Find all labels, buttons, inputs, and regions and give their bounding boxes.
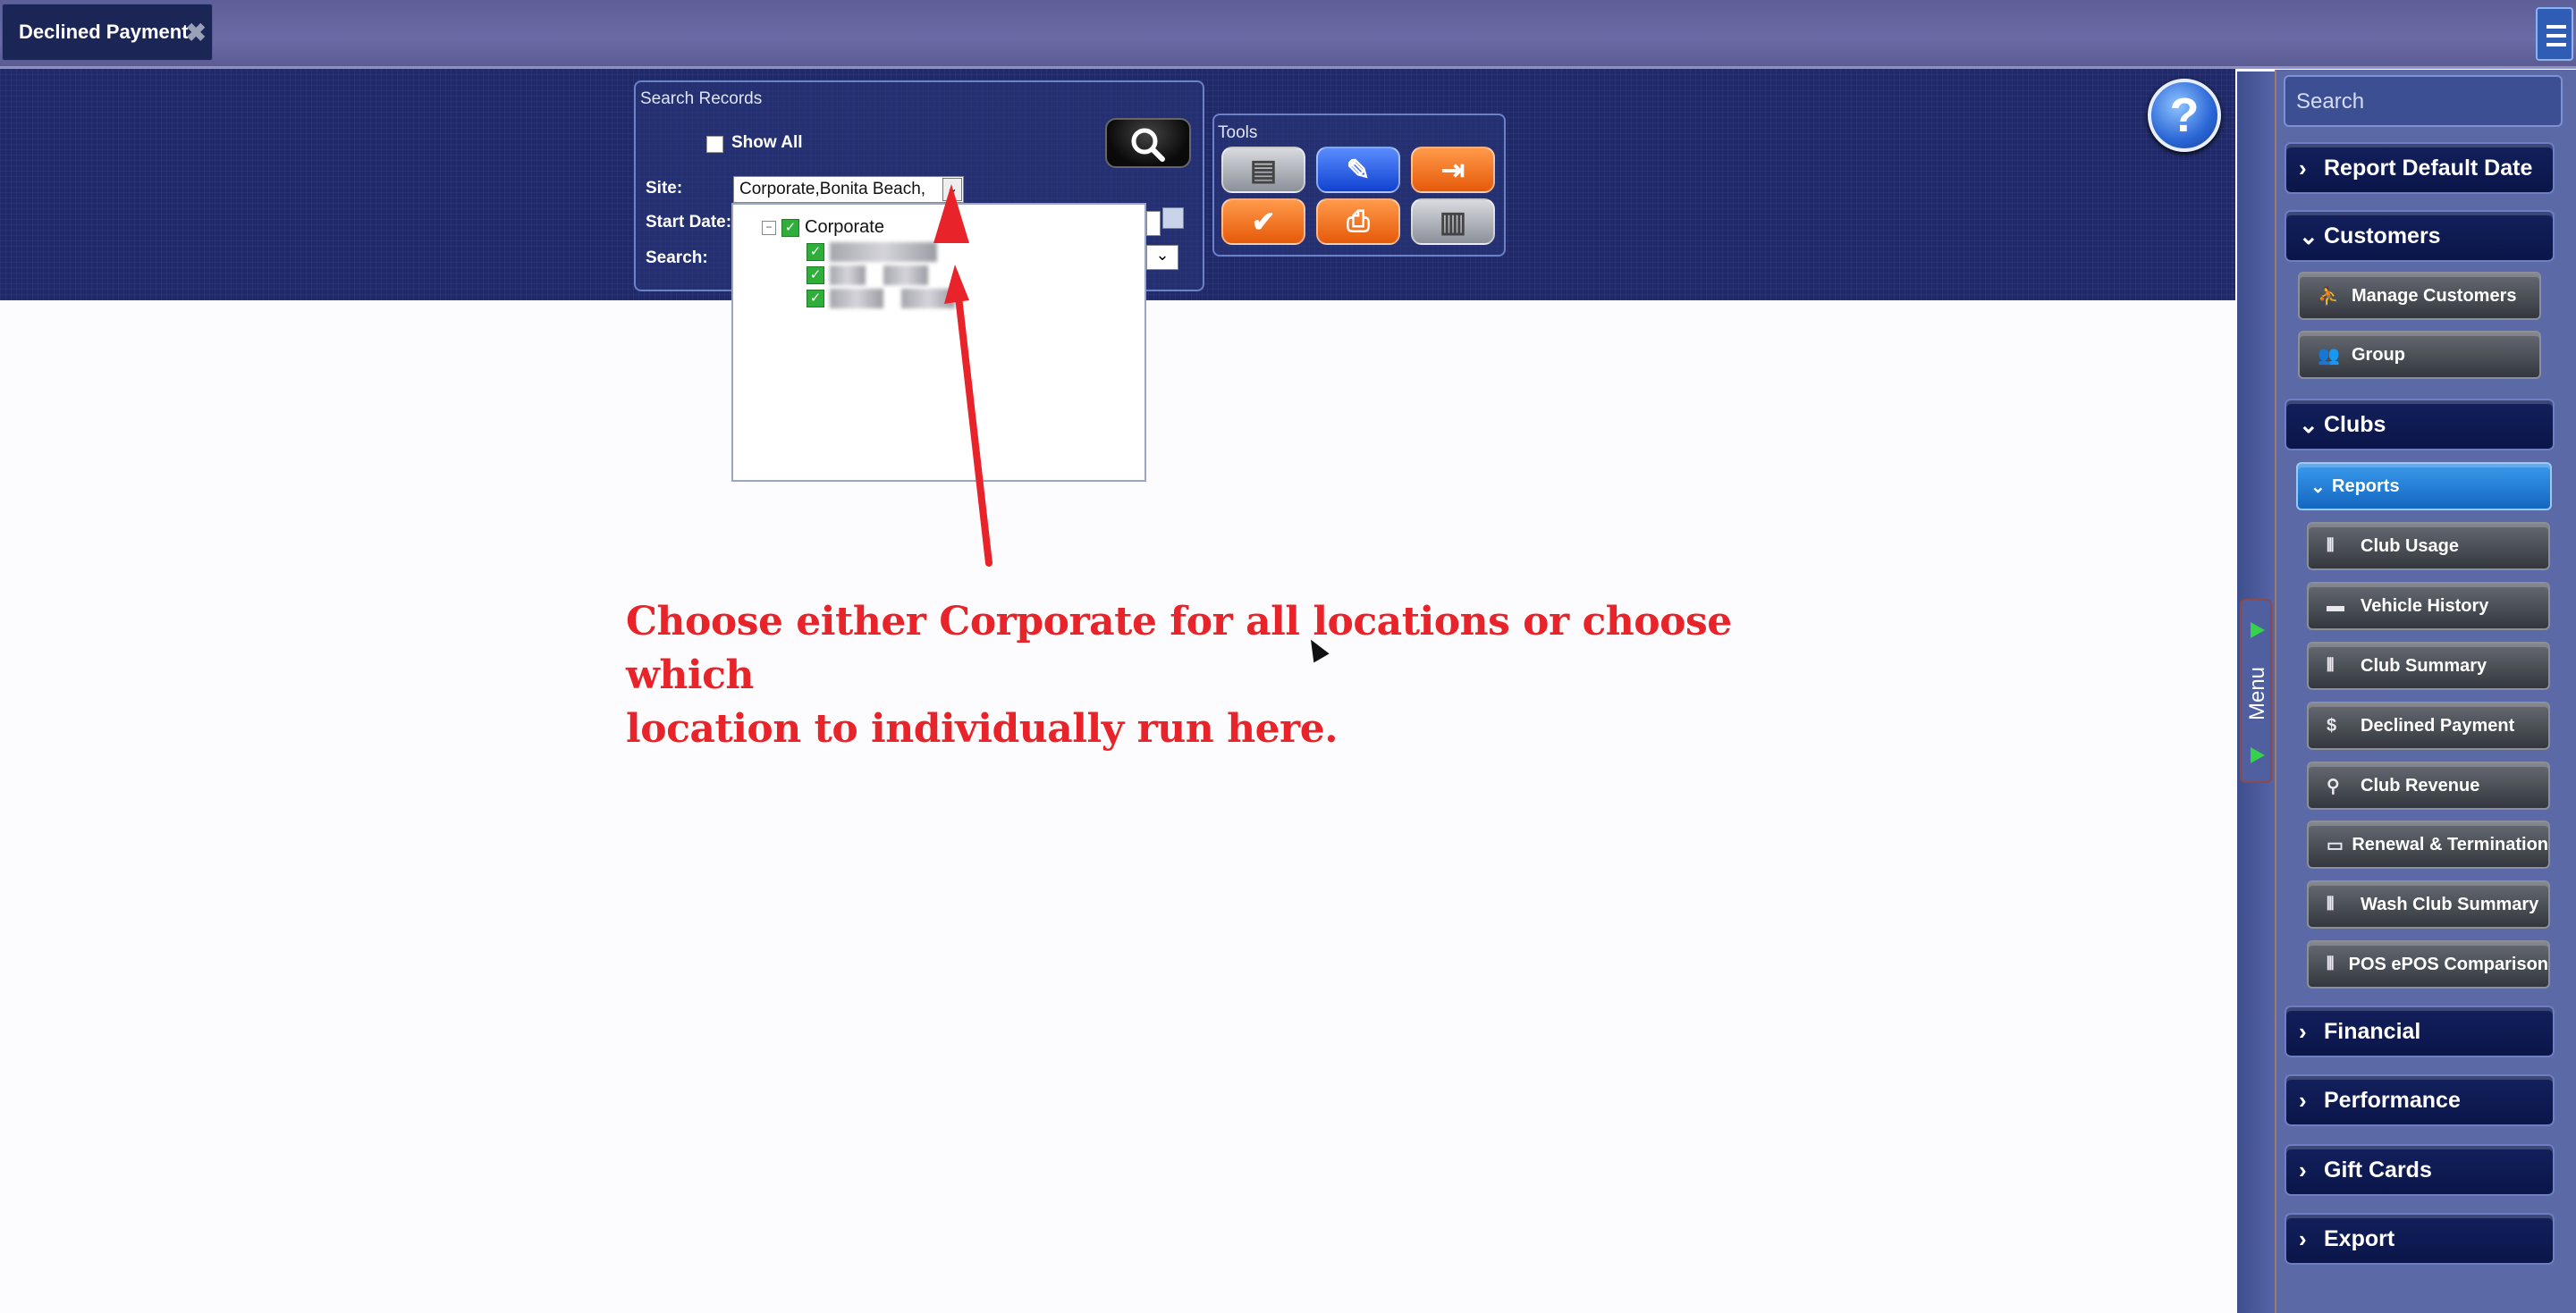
sidebar-item-club-revenue[interactable]: ⚲ Club Revenue bbox=[2307, 762, 2550, 810]
section-label: Performance bbox=[2324, 1087, 2461, 1113]
group-icon: 👥 bbox=[2318, 345, 2340, 366]
chevron-right-icon: › bbox=[2299, 1225, 2307, 1252]
checkbox-checked-icon[interactable]: ✓ bbox=[807, 243, 824, 261]
sidebar-item-club-summary[interactable]: ⫴ Club Summary bbox=[2307, 642, 2550, 690]
section-label: Export bbox=[2324, 1225, 2395, 1251]
sidebar-item-renewal-termination[interactable]: ▭ Renewal & Termination bbox=[2307, 821, 2550, 869]
dollar-icon: $ bbox=[2327, 715, 2337, 736]
section-label: Gift Cards bbox=[2324, 1157, 2432, 1183]
sidebar-customers[interactable]: ⌄ Customers bbox=[2285, 210, 2555, 262]
tree-node-corporate[interactable]: − ✓ Corporate bbox=[762, 217, 884, 238]
redacted-location bbox=[830, 289, 883, 308]
menu-label: Menu bbox=[2245, 666, 2270, 721]
sidebar-financial[interactable]: › Financial bbox=[2285, 1006, 2555, 1057]
chevron-down-icon[interactable]: ⌄ bbox=[942, 178, 962, 201]
sidebar-item-pos-epos-comparison[interactable]: ⫴ POS ePOS Comparison bbox=[2307, 940, 2550, 989]
print-button[interactable]: ⎙ bbox=[1316, 198, 1400, 245]
sidebar-item-declined-payment[interactable]: $ Declined Payment bbox=[2307, 702, 2550, 750]
annotation-text: Choose either Corporate for all location… bbox=[626, 595, 1788, 756]
sidebar-gift-cards[interactable]: › Gift Cards bbox=[2285, 1144, 2555, 1196]
close-icon[interactable]: ✖ bbox=[186, 21, 207, 46]
tab-title: Declined Payment bbox=[19, 21, 189, 43]
start-date-label: Start Date: bbox=[646, 213, 732, 231]
chevron-right-icon: › bbox=[2299, 1086, 2307, 1114]
collapse-icon[interactable]: − bbox=[762, 220, 776, 235]
car-icon: ▬ bbox=[2327, 595, 2344, 616]
chevron-down-icon: ⌄ bbox=[2299, 410, 2318, 438]
revenue-icon: ⚲ bbox=[2327, 776, 2340, 796]
show-all-label: Show All bbox=[731, 133, 803, 152]
site-select[interactable]: Corporate,Bonita Beach, bbox=[733, 176, 964, 203]
section-label: Clubs bbox=[2324, 411, 2386, 437]
annotation-line-2: location to individually run here. bbox=[626, 706, 1339, 752]
apply-button[interactable]: ✔ bbox=[1221, 198, 1305, 245]
sidebar-search-input[interactable]: Search bbox=[2284, 75, 2563, 127]
help-icon[interactable]: ? bbox=[2148, 79, 2221, 152]
tree-node-location[interactable]: ✓ bbox=[807, 265, 928, 285]
tree-node-location[interactable]: ✓ bbox=[807, 242, 937, 262]
section-label: Financial bbox=[2324, 1018, 2421, 1044]
sidebar-export[interactable]: › Export bbox=[2285, 1213, 2555, 1265]
export-button[interactable]: ⇥ bbox=[1411, 147, 1495, 193]
tools-label: Tools bbox=[1218, 123, 1258, 142]
chevron-down-icon: ⌄ bbox=[2299, 222, 2318, 249]
search-button[interactable] bbox=[1105, 118, 1191, 168]
summary-icon: ⫴ bbox=[2327, 655, 2335, 676]
site-label: Site: bbox=[646, 179, 683, 198]
show-all-checkbox[interactable] bbox=[706, 136, 723, 153]
people-icon: ⫴ bbox=[2327, 954, 2335, 974]
people-icon: ⫴ bbox=[2327, 535, 2335, 556]
sidebar-report-default-date[interactable]: › Report Default Date bbox=[2285, 142, 2555, 194]
redacted-location bbox=[830, 242, 937, 262]
document-button[interactable]: ▥ bbox=[1411, 198, 1495, 245]
card-icon: ▭ bbox=[2327, 835, 2344, 855]
redacted-location bbox=[901, 289, 955, 308]
expand-arrow-icon bbox=[2251, 747, 2265, 763]
search-select[interactable]: ⌄ bbox=[1146, 245, 1178, 270]
tab-strip: Declined Payment ✖ bbox=[0, 0, 2576, 69]
calendar-icon[interactable] bbox=[1162, 207, 1184, 229]
site-tree-dropdown: − ✓ Corporate ✓ ✓ ✓ bbox=[731, 203, 1146, 482]
chevron-right-icon: › bbox=[2299, 1017, 2307, 1045]
section-label: Report Default Date bbox=[2324, 155, 2533, 181]
annotation-line-1: Choose either Corporate for all location… bbox=[626, 599, 1732, 698]
search-icon bbox=[1131, 128, 1165, 162]
menu-toggle[interactable]: Menu bbox=[2240, 599, 2272, 783]
search-label: Search: bbox=[646, 248, 708, 267]
sidebar-item-club-usage[interactable]: ⫴ Club Usage bbox=[2307, 522, 2550, 570]
sidebar-item-reports[interactable]: ⌄ Reports bbox=[2296, 462, 2552, 510]
start-date-field[interactable] bbox=[1146, 211, 1161, 236]
sidebar-item-manage-customers[interactable]: ⛹ Manage Customers bbox=[2298, 272, 2541, 320]
chevron-right-icon: › bbox=[2299, 1156, 2307, 1183]
person-icon: ⛹ bbox=[2318, 286, 2340, 307]
checkbox-checked-icon[interactable]: ✓ bbox=[807, 266, 824, 284]
hamburger-menu-icon[interactable] bbox=[2536, 7, 2573, 61]
preview-report-button[interactable]: ▤ bbox=[1221, 147, 1305, 193]
chevron-down-icon: ⌄ bbox=[2310, 476, 2326, 497]
search-records-label: Search Records bbox=[640, 89, 763, 108]
edit-button[interactable]: ✎ bbox=[1316, 147, 1400, 193]
tab-declined-payment[interactable]: Declined Payment ✖ bbox=[2, 4, 213, 61]
sidebar-item-wash-club-summary[interactable]: ⫴ Wash Club Summary bbox=[2307, 880, 2550, 929]
sidebar-item-group[interactable]: 👥 Group bbox=[2298, 331, 2541, 379]
people-icon: ⫴ bbox=[2327, 894, 2335, 914]
tree-label-corporate: Corporate bbox=[805, 217, 884, 237]
expand-arrow-icon bbox=[2251, 622, 2265, 638]
tree-node-location[interactable]: ✓ bbox=[807, 289, 955, 308]
section-label: Customers bbox=[2324, 223, 2441, 248]
sidebar-performance[interactable]: › Performance bbox=[2285, 1074, 2555, 1126]
sidebar-item-vehicle-history[interactable]: ▬ Vehicle History bbox=[2307, 582, 2550, 630]
redacted-location bbox=[830, 265, 866, 285]
sidebar-clubs[interactable]: ⌄ Clubs bbox=[2285, 399, 2555, 450]
chevron-right-icon: › bbox=[2299, 154, 2307, 181]
checkbox-checked-icon[interactable]: ✓ bbox=[781, 218, 799, 237]
checkbox-checked-icon[interactable]: ✓ bbox=[807, 290, 824, 307]
redacted-location bbox=[883, 265, 928, 285]
